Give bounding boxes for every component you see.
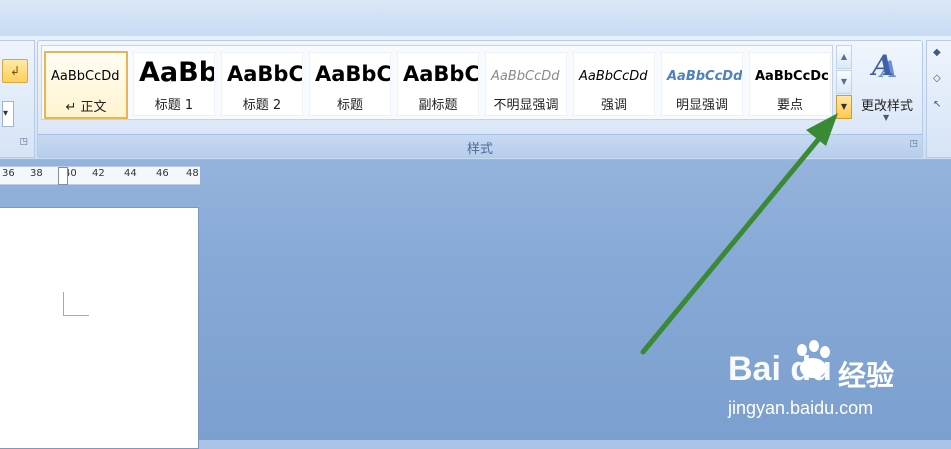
baidu-url: jingyan.baidu.com [728,398,874,418]
styles-group: AaBbCcDd ↵ 正文 AaBb 标题 1 AaBbC 标题 2 AaBbC… [37,40,923,158]
ruler-tick: 48 [186,168,199,179]
style-sample: AaBbC [227,62,303,86]
ribbon: ↲ ▾ ◳ AaBbCcDd ↵ 正文 AaBb 标题 1 AaBbC 标题 2… [0,36,951,160]
style-tile-heading-1[interactable]: AaBb 标题 1 [133,52,215,116]
baidu-brand-text: 经验 [838,359,895,392]
style-label: 不明显强调 [493,98,559,113]
ruler-tick: 42 [92,168,105,179]
change-styles-icon-front: A [872,49,894,82]
style-sample: AaBbCcDd [491,69,560,84]
style-label: 明显强调 [675,98,728,113]
gallery-more-button[interactable]: ▼ [836,95,852,119]
margin-corner-mark [63,292,64,316]
style-sample: AaBbC [403,62,479,86]
style-tile-heading-2[interactable]: AaBbC 标题 2 [221,52,303,116]
replace-icon[interactable]: ◇ [933,73,941,84]
style-sample: AaBbCcDd [579,69,648,84]
style-sample: AaBbCcDd [51,69,120,84]
style-label: 标题 1 [154,98,194,113]
chevron-down-icon: ▼ [883,113,890,122]
style-sample: AaBb [139,57,215,88]
style-label: 副标题 [418,98,458,113]
paragraph-group-partial: ↲ ▾ ◳ [0,40,35,158]
style-tile-subtitle[interactable]: AaBbC 副标题 [397,52,479,116]
style-sample: AaBbCcDd [667,69,743,84]
paragraph-mark-icon[interactable]: ↲ [2,59,28,83]
ruler-tick: 46 [156,168,169,179]
right-indent-marker[interactable] [58,167,68,185]
editing-group-partial: ◆ ◇ ↖ [926,40,951,158]
style-tile-strong[interactable]: AaBbCcDc 要点 [749,52,831,116]
dialog-launcher-icon[interactable]: ◳ [19,137,28,147]
baidu-watermark: Bai du 经验 jingyan.baidu.com [728,340,938,430]
change-styles-button[interactable]: A A 更改样式 ▼ [856,45,918,125]
style-tile-intense-emphasis[interactable]: AaBbCcDd 明显强调 [661,52,743,116]
baidu-paw-icon [797,340,830,378]
style-label: 标题 2 [242,98,282,113]
scroll-up-icon[interactable]: ▲ [836,45,852,69]
change-styles-label: 更改样式 [860,99,913,114]
quick-styles-gallery: AaBbCcDd ↵ 正文 AaBb 标题 1 AaBbC 标题 2 AaBbC… [41,45,833,120]
style-label: 要点 [776,98,803,113]
style-sample: AaBbC [315,62,391,86]
style-label: 强调 [600,98,627,113]
horizontal-ruler[interactable]: 36 38 40 42 44 46 48 [0,166,200,185]
scroll-down-icon[interactable]: ▼ [836,70,852,94]
dialog-launcher-icon[interactable]: ◳ [909,139,918,149]
styles-group-footer: 样式 ◳ [38,134,922,157]
styles-group-title: 样式 [466,142,493,157]
style-tile-subtle-emphasis[interactable]: AaBbCcDd 不明显强调 [485,52,567,116]
document-page[interactable] [0,207,199,449]
margin-corner-mark [63,315,89,316]
style-tile-emphasis[interactable]: AaBbCcDd 强调 [573,52,655,116]
style-label: ↵ 正文 [65,100,107,115]
find-icon[interactable]: ◆ [933,47,941,58]
ruler-tick: 36 [2,168,15,179]
style-tile-normal[interactable]: AaBbCcDd ↵ 正文 [44,51,128,119]
dropdown-partial-icon[interactable]: ▾ [2,101,14,127]
ruler-tick: 44 [124,168,137,179]
gallery-scroll: ▲ ▼ ▼ [836,45,852,120]
ruler-tick: 38 [30,168,43,179]
style-label: 标题 [336,98,363,113]
style-sample: AaBbCcDc [755,69,829,84]
select-icon[interactable]: ↖ [933,99,941,110]
style-tile-title[interactable]: AaBbC 标题 [309,52,391,116]
ribbon-tab-strip [0,0,951,37]
